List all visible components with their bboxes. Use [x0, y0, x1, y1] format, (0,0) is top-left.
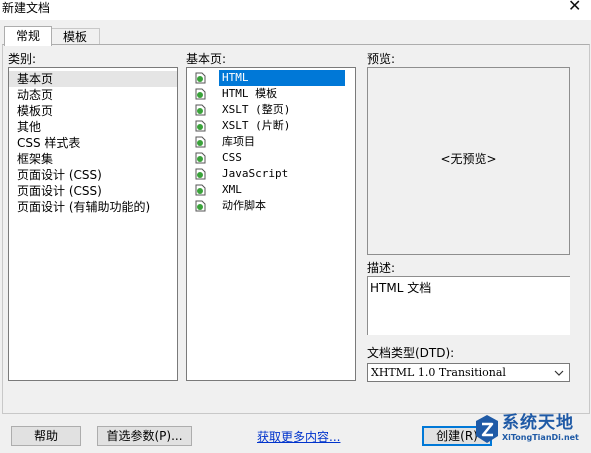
library-file-icon	[195, 136, 206, 148]
watermark-logo: 系统天地 XiTongTianDi.net	[472, 408, 589, 452]
page-type-item[interactable]: JavaScript	[187, 166, 355, 182]
description-box: HTML 文档	[367, 277, 570, 335]
description-label: 描述:	[367, 261, 396, 275]
page-type-label: XSLT (整页)	[222, 103, 291, 116]
help-button[interactable]: 帮助	[11, 426, 81, 446]
description-text: HTML 文档	[370, 281, 432, 295]
page-type-item[interactable]: HTML	[187, 70, 355, 86]
category-item[interactable]: 其他	[9, 119, 177, 135]
page-type-label: HTML 模板	[222, 87, 278, 100]
category-item[interactable]: 基本页	[9, 71, 177, 87]
html-template-file-icon	[195, 88, 206, 100]
category-item[interactable]: CSS 样式表	[9, 135, 177, 151]
tab-template[interactable]: 模板	[50, 28, 100, 45]
css-file-icon	[195, 152, 206, 164]
page-type-item[interactable]: HTML 模板	[187, 86, 355, 102]
basic-page-list[interactable]: HTML HTML 模板 XSLT (整页) XSLT (片断) 库项目 CSS…	[186, 67, 356, 381]
actionscript-file-icon	[195, 200, 206, 212]
logo-text-url: XiTongTianDi.net	[502, 433, 579, 442]
doctype-select[interactable]: XHTML 1.0 Transitional	[367, 363, 570, 382]
category-list[interactable]: 基本页 动态页 模板页 其他 CSS 样式表 框架集 页面设计 (CSS) 页面…	[8, 67, 178, 381]
page-type-label: XSLT (片断)	[222, 119, 291, 132]
page-type-item[interactable]: 库项目	[187, 134, 355, 150]
category-item[interactable]: 框架集	[9, 151, 177, 167]
page-type-label: JavaScript	[222, 167, 289, 180]
page-type-label: 库项目	[222, 135, 255, 148]
html-file-icon	[195, 72, 206, 84]
category-item[interactable]: 页面设计 (CSS)	[9, 183, 177, 199]
page-type-label: 动作脚本	[222, 199, 266, 212]
page-type-item[interactable]: XSLT (片断)	[187, 118, 355, 134]
xml-file-icon	[195, 184, 206, 196]
category-label: 类别:	[8, 52, 37, 66]
xslt-file-icon	[195, 104, 206, 116]
close-icon[interactable]: ✕	[568, 0, 581, 14]
preview-pane: <无预览>	[367, 67, 570, 255]
category-item[interactable]: 页面设计 (CSS)	[9, 167, 177, 183]
page-type-item[interactable]: CSS	[187, 150, 355, 166]
logo-text-main: 系统天地	[502, 413, 574, 433]
page-type-item[interactable]: XML	[187, 182, 355, 198]
chevron-down-icon[interactable]	[553, 367, 565, 379]
page-type-label: CSS	[222, 151, 242, 164]
category-item[interactable]: 模板页	[9, 103, 177, 119]
get-more-content-link[interactable]: 获取更多内容...	[257, 428, 340, 445]
doctype-value: XHTML 1.0 Transitional	[371, 366, 506, 379]
page-type-label: HTML	[219, 70, 345, 86]
category-item[interactable]: 页面设计 (有辅助功能的)	[9, 199, 177, 215]
preview-label: 预览:	[367, 52, 396, 66]
javascript-file-icon	[195, 168, 206, 180]
window-title: 新建文档	[2, 1, 51, 15]
basic-page-label: 基本页:	[186, 52, 227, 66]
preferences-button[interactable]: 首选参数(P)...	[97, 426, 192, 446]
preview-text: <无预览>	[440, 152, 497, 166]
page-type-item[interactable]: XSLT (整页)	[187, 102, 355, 118]
doctype-label: 文档类型(DTD):	[367, 346, 455, 360]
page-type-label: XML	[222, 183, 242, 196]
logo-icon	[476, 415, 498, 443]
title-bar: 新建文档 ✕	[0, 0, 591, 20]
page-type-item[interactable]: 动作脚本	[187, 198, 355, 214]
category-item[interactable]: 动态页	[9, 87, 177, 103]
xslt-fragment-file-icon	[195, 120, 206, 132]
tab-general[interactable]: 常规	[4, 26, 52, 46]
